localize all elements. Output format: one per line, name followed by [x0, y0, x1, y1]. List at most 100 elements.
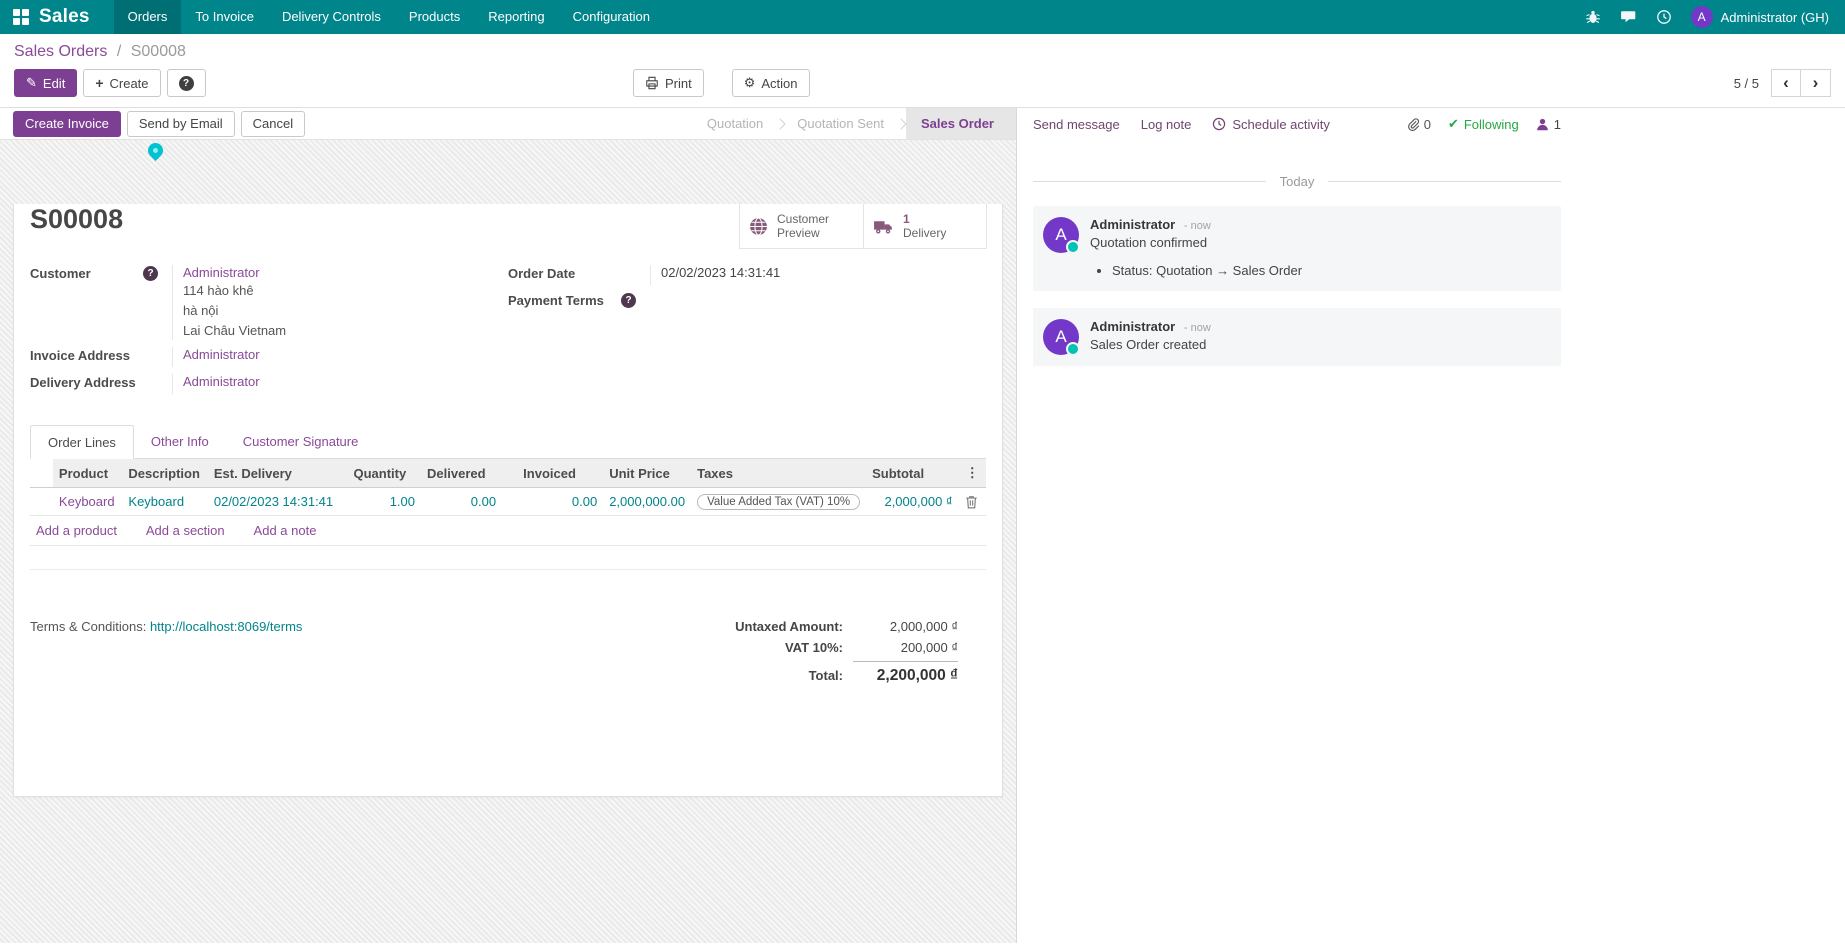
chatter-message: A Administrator - now Quotation confirme…	[1033, 206, 1561, 291]
unit-price-value: 2,000,000.00	[609, 494, 685, 509]
gear-icon: ⚙	[744, 75, 756, 91]
product-link[interactable]: Keyboard	[59, 494, 115, 509]
create-invoice-button[interactable]: Create Invoice	[13, 111, 121, 137]
invoice-address-label: Invoice Address	[30, 347, 172, 367]
message-time: - now	[1184, 322, 1211, 334]
form-sheet: Customer Preview 1 Delivery S00008	[13, 204, 1003, 797]
optional-columns-toggle[interactable]: ⋮	[959, 459, 986, 488]
activities-clock-icon[interactable]	[1656, 9, 1672, 25]
chevron-left-icon: ‹	[1783, 73, 1789, 93]
tab-order-lines[interactable]: Order Lines	[30, 425, 134, 459]
terms-link[interactable]: http://localhost:8069/terms	[150, 619, 302, 634]
help-button[interactable]: ?	[167, 69, 206, 97]
message-author: Administrator	[1090, 319, 1175, 334]
tab-customer-signature[interactable]: Customer Signature	[226, 425, 376, 458]
delivered-value: 0.00	[471, 494, 496, 509]
order-line-row[interactable]: Keyboard Keyboard 02/02/2023 14:31:41 1.…	[30, 488, 986, 516]
order-date-value: 02/02/2023 14:31:41	[661, 265, 780, 280]
col-invoiced: Invoiced	[517, 459, 603, 488]
user-name: Administrator (GH)	[1721, 10, 1829, 25]
tab-other-info[interactable]: Other Info	[134, 425, 226, 458]
customer-value: Administrator 114 hào khê hà nội Lai Châ…	[172, 265, 508, 340]
field-group: Customer ? Administrator 114 hào khê hà …	[30, 265, 986, 401]
help-icon: ?	[621, 293, 636, 308]
add-a-product-link[interactable]: Add a product	[36, 523, 117, 538]
col-delivered: Delivered	[421, 459, 502, 488]
nav-item-reporting[interactable]: Reporting	[474, 0, 558, 34]
print-button[interactable]: Print	[633, 69, 704, 97]
cancel-button[interactable]: Cancel	[241, 111, 305, 137]
message-author: Administrator	[1090, 217, 1175, 232]
follower-person-icon	[1536, 118, 1549, 131]
step-chevron-icon	[775, 118, 786, 129]
attachment-count: 0	[1424, 117, 1431, 132]
log-note-button[interactable]: Log note	[1141, 117, 1192, 132]
total-value: 2,200,000 ₫	[853, 661, 958, 685]
globe-icon	[749, 217, 768, 236]
tax-badge: Value Added Tax (VAT) 10%	[697, 494, 860, 510]
pager-value[interactable]: 5 / 5	[1734, 76, 1759, 91]
control-panel: Sales Orders / S00008 ✎ Edit + Create ? …	[0, 34, 1845, 108]
customer-link[interactable]: Administrator	[183, 265, 260, 280]
messages-chat-icon[interactable]	[1620, 9, 1637, 25]
status-step-quotation-sent[interactable]: Quotation Sent	[785, 108, 896, 139]
order-date-label: Order Date	[508, 265, 650, 285]
step-chevron-icon	[895, 118, 906, 129]
question-circle-icon: ?	[179, 76, 194, 91]
add-a-section-link[interactable]: Add a section	[146, 523, 225, 538]
schedule-clock-icon	[1212, 117, 1226, 131]
nav-item-configuration[interactable]: Configuration	[559, 0, 664, 34]
following-button[interactable]: ✔ Following	[1448, 116, 1519, 132]
col-description: Description	[122, 459, 207, 488]
schedule-activity-button[interactable]: Schedule activity	[1212, 117, 1330, 132]
nav-item-delivery-controls[interactable]: Delivery Controls	[268, 0, 395, 34]
chatter-panel: Send message Log note Schedule activity …	[1017, 108, 1845, 943]
attachments-button[interactable]: 0	[1406, 117, 1431, 132]
date-divider: Today	[1033, 174, 1561, 189]
sheet-background: Customer Preview 1 Delivery S00008	[0, 140, 1016, 943]
delivery-stat-button[interactable]: 1 Delivery	[863, 204, 986, 248]
user-menu[interactable]: A Administrator (GH)	[1691, 6, 1829, 28]
nav-item-to-invoice[interactable]: To Invoice	[181, 0, 268, 34]
chevron-right-icon: ›	[1813, 73, 1819, 93]
edit-button[interactable]: ✎ Edit	[14, 69, 77, 97]
est-delivery-value: 02/02/2023 14:31:41	[214, 494, 333, 509]
customer-preview-button[interactable]: Customer Preview	[740, 204, 863, 248]
status-step-sales-order: Sales Order	[906, 108, 1016, 139]
customer-address-line: hà nội	[183, 302, 508, 320]
followers-button[interactable]: 1	[1536, 117, 1561, 132]
empty-row	[30, 546, 986, 570]
customer-address-line: Lai Châu Vietnam	[183, 322, 508, 340]
customer-address-line: 114 hào khê	[183, 282, 508, 300]
create-button[interactable]: + Create	[83, 69, 160, 97]
action-button[interactable]: ⚙ Action	[732, 69, 810, 97]
nav-item-products[interactable]: Products	[395, 0, 474, 34]
col-product: Product	[53, 459, 122, 488]
table-header-row: Product Description Est. Delivery Quanti…	[30, 459, 986, 488]
send-by-email-button[interactable]: Send by Email	[127, 111, 235, 137]
app-brand[interactable]: Sales	[39, 6, 90, 28]
add-a-note-link[interactable]: Add a note	[254, 523, 317, 538]
untaxed-amount-row: Untaxed Amount: 2,000,000 ₫	[668, 616, 958, 637]
truck-icon	[873, 218, 894, 235]
col-taxes: Taxes	[691, 459, 866, 488]
delete-line-button[interactable]	[959, 488, 986, 516]
debug-bug-icon[interactable]	[1585, 9, 1601, 25]
pager-next-button[interactable]: ›	[1801, 69, 1831, 97]
pager-previous-button[interactable]: ‹	[1771, 69, 1801, 97]
form-view-panel: Create Invoice Send by Email Cancel Quot…	[0, 108, 1017, 943]
invoice-address-link[interactable]: Administrator	[183, 347, 260, 362]
send-message-button[interactable]: Send message	[1033, 117, 1120, 132]
check-icon: ✔	[1448, 116, 1459, 132]
breadcrumb: Sales Orders / S00008	[14, 43, 1831, 61]
nav-item-orders[interactable]: Orders	[114, 0, 182, 34]
delivery-address-link[interactable]: Administrator	[183, 374, 260, 389]
terms-and-conditions: Terms & Conditions: http://localhost:806…	[30, 616, 668, 688]
chatter-message: A Administrator - now Sales Order create…	[1033, 308, 1561, 366]
description-link[interactable]: Keyboard	[128, 494, 184, 509]
col-est-delivery: Est. Delivery	[208, 459, 348, 488]
status-step-quotation[interactable]: Quotation	[695, 108, 775, 139]
customer-label: Customer ?	[30, 265, 172, 340]
apps-grid-icon[interactable]	[13, 9, 29, 25]
breadcrumb-sales-orders[interactable]: Sales Orders	[14, 43, 107, 60]
